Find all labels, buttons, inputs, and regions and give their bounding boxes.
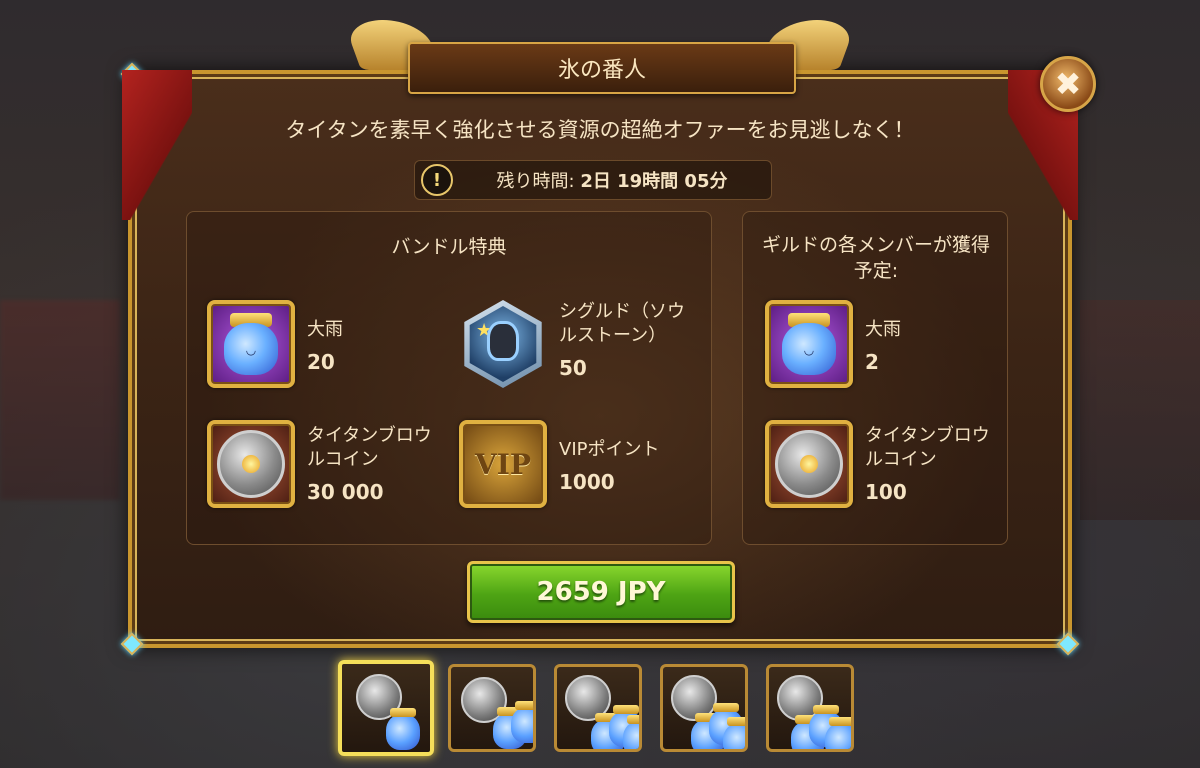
background-curtain-right [1080,300,1200,520]
timer-label: 残り時間: [496,171,575,192]
timer-value: 2日 19時間 05分 [580,171,728,192]
vip-icon: VIP [459,420,547,508]
rain-jar-icon [825,717,851,749]
offer-subtitle: タイタンを素早く強化させる資源の超絶オファーをお見逃しなく！ [285,118,915,142]
item-quantity: 50 [559,356,587,380]
item-name: 大雨 [865,319,901,340]
rain-jar-icon [723,717,745,749]
offer-tier-selector [338,660,868,760]
item-quantity: 20 [307,350,335,374]
item-quantity: 2 [865,350,879,374]
item-name: VIPポイント [559,439,660,460]
tier-option-5[interactable] [766,664,854,752]
rain-jar-icon [511,701,533,743]
tier-option-2[interactable] [448,664,536,752]
timer-bar: ! 残り時間: 2日 19時間 05分 [414,160,772,200]
reward-item[interactable]: VIP VIPポイント 1000 [459,420,699,508]
rain-jar-icon [623,715,639,749]
curtain-left-decoration [122,70,192,220]
rain-jar-icon: ◡ [765,300,853,388]
item-quantity: 100 [865,480,907,504]
item-name: シグルド（ソウルストーン） [559,301,685,346]
guild-rewards-box: ギルドの各メンバーが獲得予定: ◡ 大雨 2 タイタンブロウルコイン 100 [742,211,1008,545]
background-curtain-left [0,300,120,500]
reward-item[interactable]: ◡ 大雨 2 [765,300,995,388]
reward-item[interactable]: ★ シグルド（ソウルストーン） 50 [459,300,699,388]
reward-item[interactable]: ◡ 大雨 20 [207,300,427,388]
dialog-title: 氷の番人 [408,42,796,94]
titan-coin-icon [765,420,853,508]
soulstone-icon: ★ [459,300,547,388]
close-icon: ✖ [1054,65,1082,103]
tier-option-3[interactable] [554,664,642,752]
item-quantity: 1000 [559,470,615,494]
guild-title: ギルドの各メンバーが獲得予定: [761,234,990,282]
item-quantity: 30 000 [307,480,384,504]
titan-coin-icon [207,420,295,508]
item-name: タイタンブロウルコイン [307,425,432,470]
bundle-title: バンドル特典 [391,236,507,258]
warning-icon: ! [421,164,453,196]
tier-option-4[interactable] [660,664,748,752]
rain-jar-icon [386,708,420,750]
vip-badge-text: VIP [475,447,531,481]
tier-option-1[interactable] [338,660,434,756]
corner-gem-icon [120,632,144,656]
item-name: タイタンブロウルコイン [865,425,990,470]
bundle-rewards-box: バンドル特典 ◡ 大雨 20 ★ シグルド（ソウルストーン） 50 タイタンブロ… [186,211,712,545]
rain-jar-icon: ◡ [207,300,295,388]
timer-text: 残り時間: 2日 19時間 05分 [453,167,771,193]
reward-item[interactable]: タイタンブロウルコイン 100 [765,420,1005,508]
corner-gem-icon [1056,632,1080,656]
item-name: 大雨 [307,319,343,340]
reward-item[interactable]: タイタンブロウルコイン 30 000 [207,420,447,508]
close-button[interactable]: ✖ [1040,56,1096,112]
buy-button[interactable]: 2659 JPY [467,561,735,623]
